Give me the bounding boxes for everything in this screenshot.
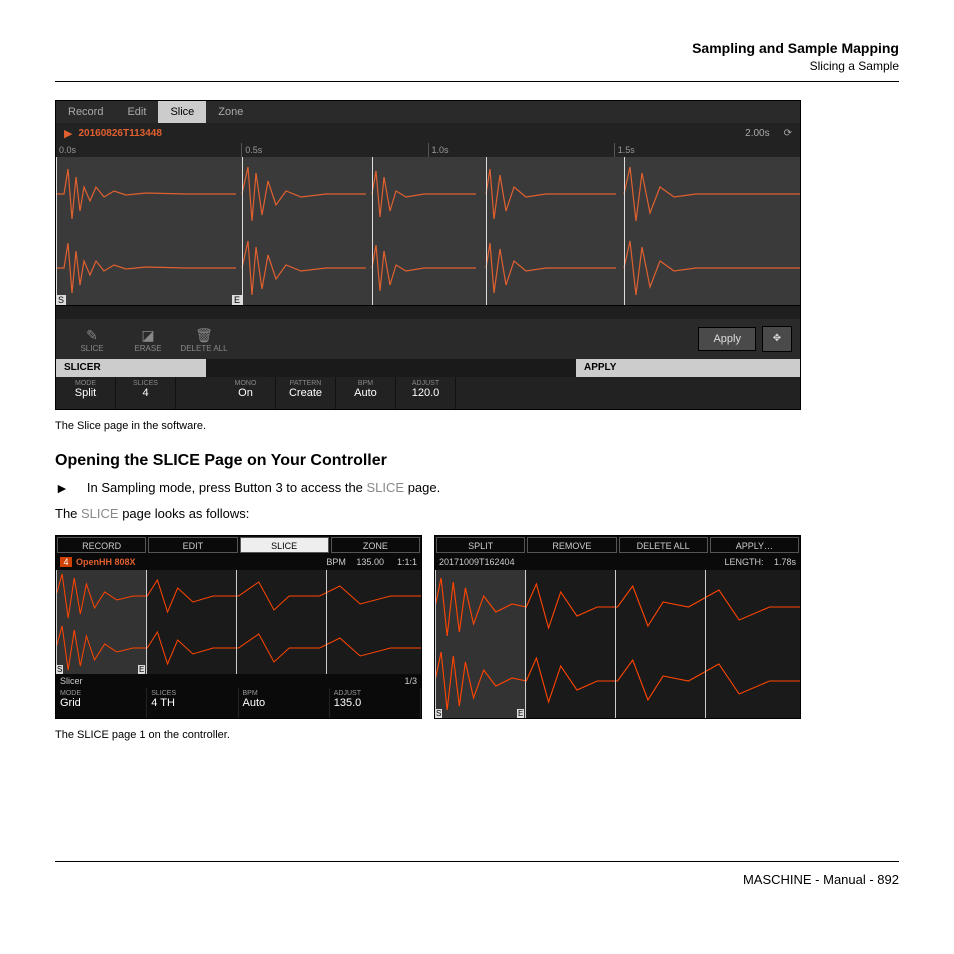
param-row: MODESplit SLICES4 MONOOn PATTERNCreate B… xyxy=(56,377,800,409)
footer-divider xyxy=(55,861,899,862)
section-heading: Opening the SLICE Page on Your Controlle… xyxy=(55,452,899,470)
ctrl-waveform-right[interactable]: S E xyxy=(435,570,800,718)
slice-label: SLICE xyxy=(367,480,405,495)
slice-tool[interactable]: ✎ SLICE xyxy=(64,326,120,353)
ctrl-tab-slice[interactable]: SLICE xyxy=(240,537,329,553)
ctrl-param-adjust[interactable]: ADJUST135.0 xyxy=(330,688,421,718)
ctrl-btn-remove[interactable]: REMOVE xyxy=(527,537,616,553)
start-marker[interactable]: S xyxy=(435,709,442,718)
param-bpm[interactable]: BPMAuto xyxy=(336,377,396,409)
software-screenshot: Record Edit Slice Zone ▶ 20160826T113448… xyxy=(55,100,801,410)
end-marker[interactable]: E xyxy=(232,295,242,305)
ctrl-tab-zone[interactable]: ZONE xyxy=(331,537,420,553)
ctrl-param-bpm[interactable]: BPMAuto xyxy=(239,688,330,718)
ruler-tick: 1.5s xyxy=(614,143,800,157)
start-marker[interactable]: S xyxy=(56,295,66,305)
controller-right: SPLIT REMOVE DELETE ALL APPLY… 20171009T… xyxy=(434,535,801,719)
sample-length: 2.00s xyxy=(745,128,769,139)
header-subtitle: Slicing a Sample xyxy=(55,59,899,73)
ctrl-param-mode[interactable]: MODEGrid xyxy=(56,688,147,718)
tab-slice[interactable]: Slice xyxy=(158,101,206,123)
move-icon[interactable]: ✥ xyxy=(762,326,792,352)
ctrl-btn-split[interactable]: SPLIT xyxy=(436,537,525,553)
ruler-tick: 0.0s xyxy=(56,143,241,157)
caption-1: The Slice page in the software. xyxy=(55,420,899,432)
slice-label: SLICE xyxy=(81,506,119,521)
param-mode[interactable]: MODESplit xyxy=(56,377,116,409)
ctrl-btn-deleteall[interactable]: DELETE ALL xyxy=(619,537,708,553)
slicer-head: Slicer xyxy=(60,676,83,686)
ruler-tick: 1.0s xyxy=(428,143,614,157)
bullet-icon: ► xyxy=(55,480,69,496)
tab-zone[interactable]: Zone xyxy=(206,101,255,123)
page-count: 1/3 xyxy=(404,676,417,686)
header-divider xyxy=(55,81,899,82)
param-mono[interactable]: MONOOn xyxy=(216,377,276,409)
caption-2: The SLICE page 1 on the controller. xyxy=(55,729,899,741)
waveform-display[interactable]: S E xyxy=(56,157,800,305)
scrollbar[interactable] xyxy=(56,305,800,319)
length-value: 1.78s xyxy=(774,557,796,567)
trash-icon: 🗑 xyxy=(176,326,232,344)
sample-name: 20160826T113448 xyxy=(78,128,739,139)
ctrl-tab-record[interactable]: RECORD xyxy=(57,537,146,553)
ctrl-tab-edit[interactable]: EDIT xyxy=(148,537,237,553)
bpm-value: 135.00 xyxy=(356,557,384,567)
instruction-row: ► In Sampling mode, press Button 3 to ac… xyxy=(55,480,899,496)
controller-screenshot: RECORD EDIT SLICE ZONE 4 OpenHH 808X BPM… xyxy=(55,535,801,719)
apply-button[interactable]: Apply xyxy=(698,327,756,351)
sample-name-right: 20171009T162404 xyxy=(439,557,515,567)
param-adjust[interactable]: ADJUST120.0 xyxy=(396,377,456,409)
knife-icon: ✎ xyxy=(64,326,120,344)
loop-icon[interactable]: ⟳ xyxy=(784,128,792,139)
sw-tab-bar: Record Edit Slice Zone xyxy=(56,101,800,123)
eraser-icon: ◪ xyxy=(120,326,176,344)
end-marker[interactable]: E xyxy=(138,665,145,674)
slicer-header: SLICER xyxy=(56,359,206,377)
delete-all-tool[interactable]: 🗑 DELETE ALL xyxy=(176,326,232,353)
instruction-text-a: In Sampling mode, press Button 3 to acce… xyxy=(87,480,367,495)
param-headers: SLICER APPLY xyxy=(56,359,800,377)
ctrl-waveform-left[interactable]: S E xyxy=(56,570,421,674)
length-label: LENGTH: xyxy=(724,557,763,567)
start-marker[interactable]: S xyxy=(56,665,63,674)
sw-file-row: ▶ 20160826T113448 2.00s ⟳ xyxy=(56,123,800,143)
ruler-tick: 0.5s xyxy=(241,143,427,157)
ctrl-btn-apply[interactable]: APPLY… xyxy=(710,537,799,553)
param-pattern[interactable]: PATTERNCreate xyxy=(276,377,336,409)
body-line: The SLICE page looks as follows: xyxy=(55,506,899,521)
controller-left: RECORD EDIT SLICE ZONE 4 OpenHH 808X BPM… xyxy=(55,535,422,719)
sample-name-ctrl: OpenHH 808X xyxy=(76,557,136,567)
bpm-label: BPM xyxy=(326,557,346,567)
ctrl-param-slices[interactable]: SLICES4 TH xyxy=(147,688,238,718)
time-ruler: 0.0s 0.5s 1.0s 1.5s xyxy=(56,143,800,157)
pos-value: 1:1:1 xyxy=(397,557,417,567)
play-icon[interactable]: ▶ xyxy=(64,127,72,140)
tab-record[interactable]: Record xyxy=(56,101,115,123)
slot-number: 4 xyxy=(60,557,72,567)
apply-header: APPLY xyxy=(576,359,800,377)
end-marker[interactable]: E xyxy=(517,709,524,718)
erase-tool[interactable]: ◪ ERASE xyxy=(120,326,176,353)
footer-text: MASCHINE - Manual - 892 xyxy=(55,872,899,887)
instruction-text-b: page. xyxy=(404,480,440,495)
tab-edit[interactable]: Edit xyxy=(115,101,158,123)
tool-row: ✎ SLICE ◪ ERASE 🗑 DELETE ALL Apply ✥ xyxy=(56,319,800,359)
header-title: Sampling and Sample Mapping xyxy=(55,40,899,56)
param-slices[interactable]: SLICES4 xyxy=(116,377,176,409)
